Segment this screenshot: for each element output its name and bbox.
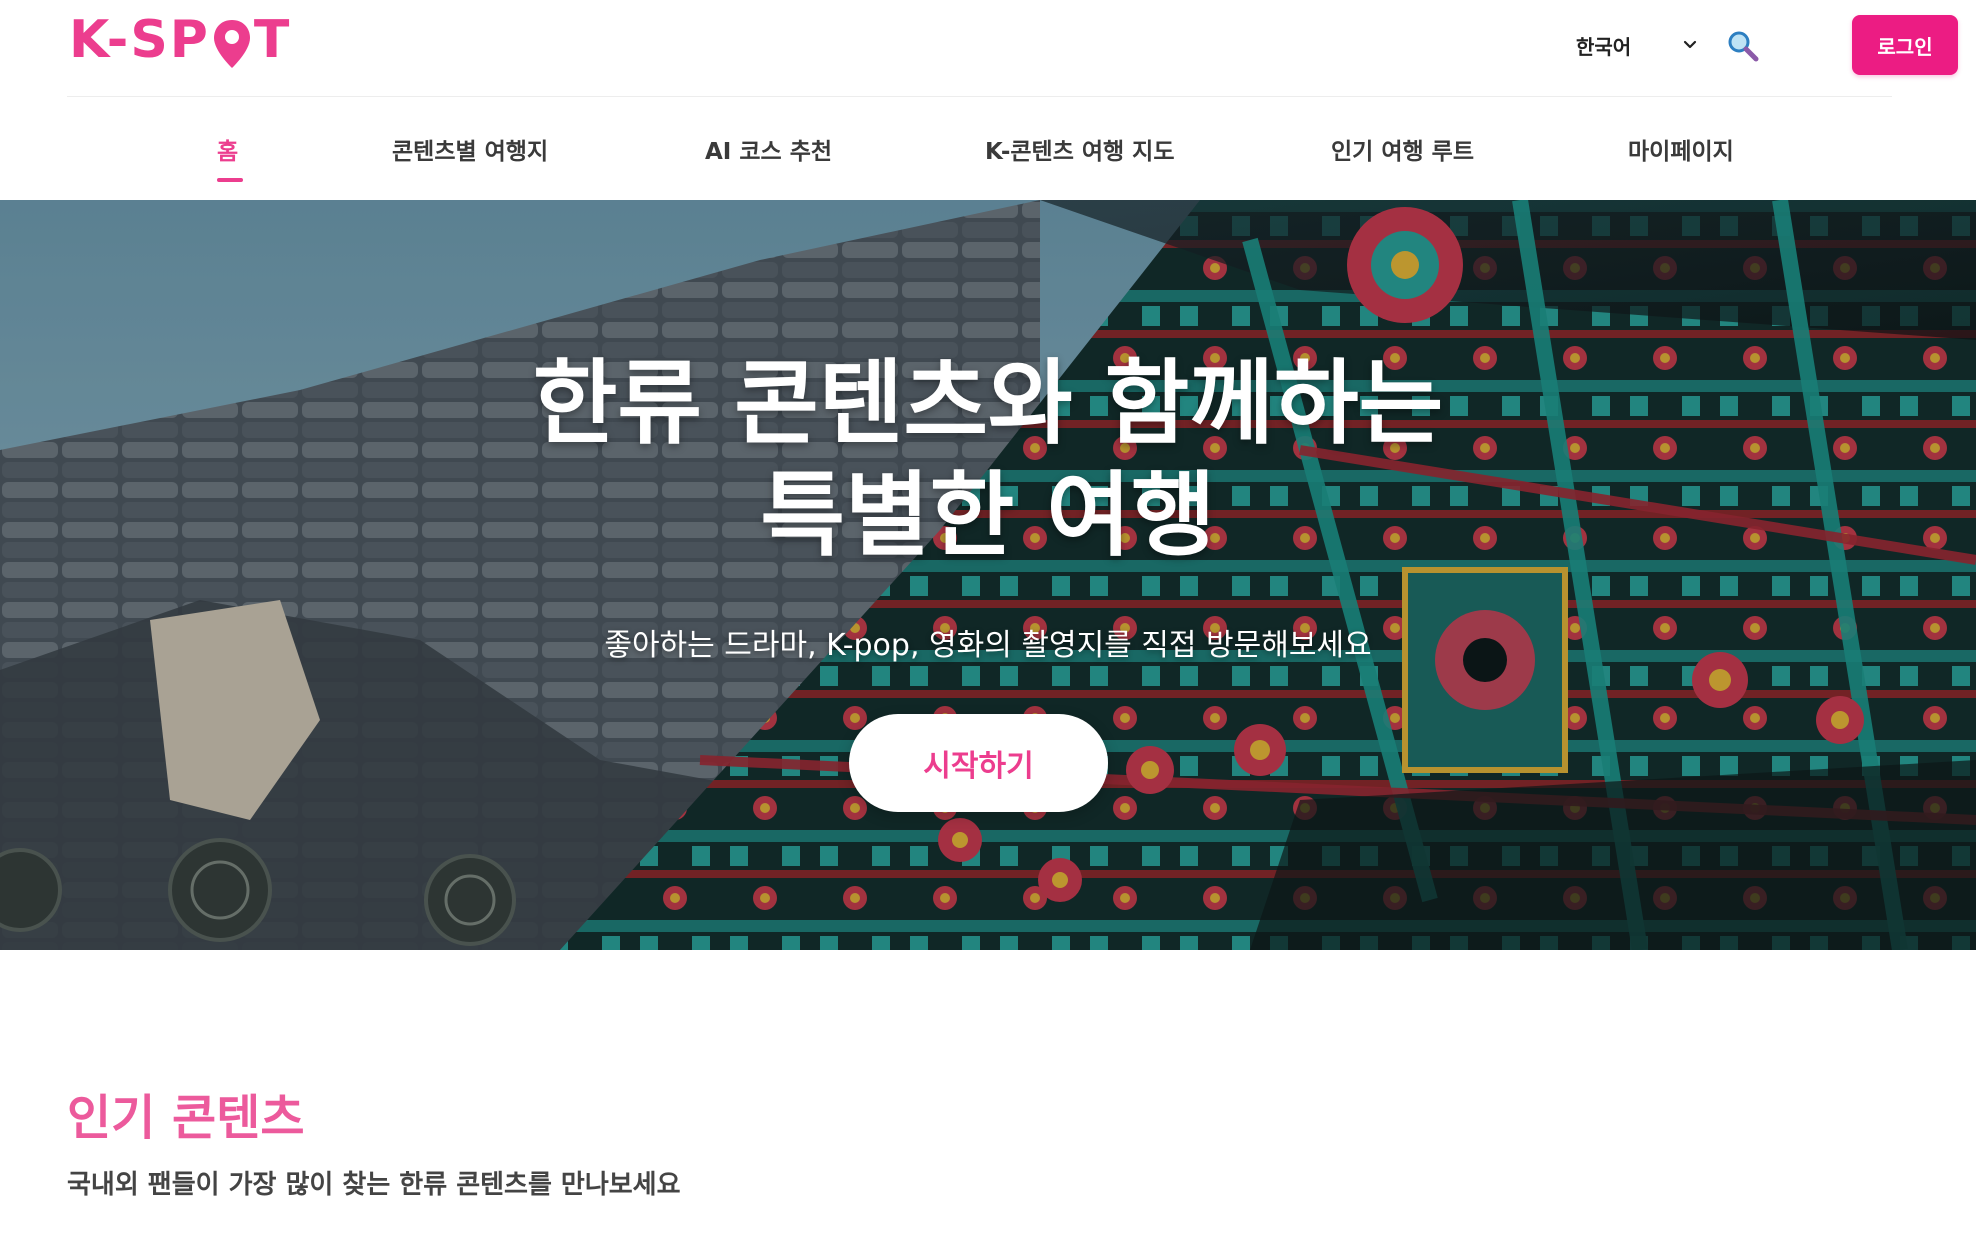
language-select[interactable]: 한국어: [1576, 22, 1699, 68]
map-pin-icon: [213, 20, 250, 68]
hero-title-line1: 한류 콘텐츠와 함께하는: [532, 350, 1444, 457]
hero-title-line2: 특별한 여행: [760, 462, 1216, 569]
nav-item-home[interactable]: 홈: [217, 132, 238, 166]
section-subtitle: 국내외 팬들이 가장 많이 찾는 한류 콘텐츠를 만나보세요: [67, 1170, 681, 1200]
main-nav: 홈 콘텐츠별 여행지 AI 코스 추천 K-콘텐츠 여행 지도 인기 여행 루트…: [0, 98, 1976, 200]
search-icon[interactable]: [1725, 28, 1761, 64]
nav-item-popular-routes[interactable]: 인기 여행 루트: [1331, 132, 1474, 166]
logo[interactable]: K-SP T: [69, 10, 291, 70]
nav-item-travel-map[interactable]: K-콘텐츠 여행 지도: [985, 132, 1175, 166]
top-bar: K-SP T 한국어 로그인: [67, 0, 1958, 97]
nav-item-destinations-by-content[interactable]: 콘텐츠별 여행지: [392, 132, 548, 166]
nav-item-ai-course[interactable]: AI 코스 추천: [705, 132, 832, 166]
nav-item-mypage[interactable]: 마이페이지: [1628, 132, 1734, 166]
logo-text-right: T: [253, 10, 292, 70]
language-label: 한국어: [1576, 34, 1632, 59]
chevron-down-icon: [1683, 40, 1697, 49]
hero-subtitle: 좋아하는 드라마, K-pop, 영화의 촬영지를 직접 방문해보세요: [604, 628, 1372, 663]
hero-banner: 한류 콘텐츠와 함께하는 특별한 여행 좋아하는 드라마, K-pop, 영화의…: [0, 200, 1976, 950]
login-button[interactable]: 로그인: [1852, 15, 1958, 75]
section-title: 인기 콘텐츠: [67, 1090, 305, 1146]
logo-text-left: K-SP: [69, 10, 210, 70]
nav-active-indicator: [217, 178, 243, 182]
site-header: K-SP T 한국어 로그인 홈 콘텐츠별 여행지 AI 코스 추천 K-콘텐츠…: [0, 0, 1976, 200]
hero-overlay: [0, 200, 1976, 950]
start-button[interactable]: 시작하기: [849, 714, 1108, 812]
